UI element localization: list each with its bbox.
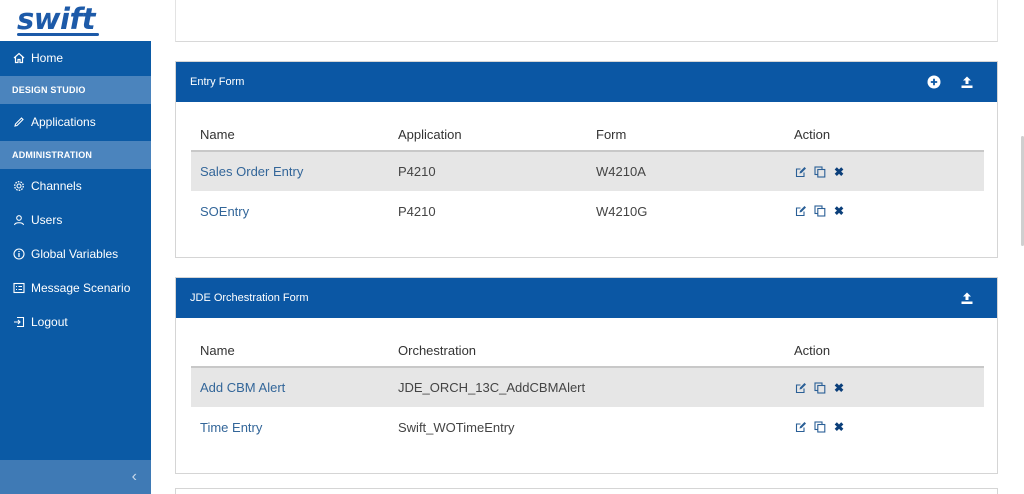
column-header-orchestration: Orchestration bbox=[389, 334, 785, 368]
orchestration-form-table: Name Orchestration Action Add CBM Alert … bbox=[191, 334, 984, 447]
column-header-name: Name bbox=[191, 118, 389, 152]
table-row: Time Entry Swift_WOTimeEntry ✖ bbox=[191, 407, 984, 447]
row-name-link[interactable]: Time Entry bbox=[191, 407, 389, 447]
row-actions: ✖ bbox=[785, 151, 984, 191]
sidebar-item-label: Applications bbox=[31, 115, 96, 129]
upload-icon[interactable] bbox=[958, 289, 976, 307]
scrollbar[interactable] bbox=[1020, 0, 1024, 494]
sidebar-item-label: Home bbox=[31, 51, 64, 65]
column-header-form: Form bbox=[587, 118, 785, 152]
add-icon[interactable] bbox=[925, 73, 943, 91]
home-icon bbox=[12, 51, 26, 65]
panel-title: JDE Orchestration Form bbox=[190, 292, 309, 304]
chevron-left-icon[interactable]: ‹ bbox=[132, 468, 137, 486]
delete-icon[interactable]: ✖ bbox=[832, 381, 846, 395]
sidebar-item-label: Global Variables bbox=[31, 247, 119, 261]
row-actions: ✖ bbox=[785, 367, 984, 407]
info-icon bbox=[12, 247, 26, 261]
column-header-action: Action bbox=[785, 334, 984, 368]
row-form: W4210G bbox=[596, 203, 648, 219]
row-orchestration: Swift_WOTimeEntry bbox=[398, 419, 515, 435]
edit-icon[interactable] bbox=[794, 420, 808, 434]
sidebar-item-message-scenario[interactable]: Message Scenario bbox=[0, 271, 151, 305]
row-orchestration: JDE_ORCH_13C_AddCBMAlert bbox=[389, 367, 785, 407]
sidebar-item-global-variables[interactable]: Global Variables bbox=[0, 237, 151, 271]
sidebar-item-label: Channels bbox=[31, 179, 82, 193]
logo-underline bbox=[17, 33, 99, 36]
sidebar-item-channels[interactable]: Channels bbox=[0, 169, 151, 203]
delete-icon[interactable]: ✖ bbox=[832, 204, 846, 218]
row-actions: ✖ bbox=[785, 191, 984, 231]
logout-icon bbox=[12, 315, 26, 329]
main-content: Entry Form Name Application Form Action … bbox=[151, 0, 1024, 494]
table-row: Sales Order Entry P4210 W4210A ✖ bbox=[191, 151, 984, 191]
copy-icon[interactable] bbox=[813, 381, 827, 395]
column-header-action: Action bbox=[785, 118, 984, 152]
gear-icon bbox=[12, 179, 26, 193]
upload-icon[interactable] bbox=[958, 73, 976, 91]
row-actions: ✖ bbox=[785, 407, 984, 447]
swift-logo[interactable]: swift bbox=[17, 2, 95, 36]
previous-panel-edge bbox=[175, 0, 998, 42]
row-form: W4210A bbox=[587, 151, 785, 191]
edit-icon[interactable] bbox=[794, 204, 808, 218]
row-application: P4210 bbox=[389, 151, 587, 191]
orchestration-form-panel: JDE Orchestration Form Name Orchestratio… bbox=[175, 277, 998, 474]
sidebar-item-home[interactable]: Home bbox=[0, 41, 151, 75]
sidebar: Home DESIGN STUDIO Applications ADMINIST… bbox=[0, 41, 151, 494]
sidebar-collapse-bar[interactable]: ‹ bbox=[0, 460, 151, 494]
delete-icon[interactable]: ✖ bbox=[832, 420, 846, 434]
edit-icon[interactable] bbox=[794, 381, 808, 395]
table-row: SOEntry P4210 W4210G ✖ bbox=[191, 191, 984, 231]
pencil-icon bbox=[12, 115, 26, 129]
logo-bar: swift bbox=[0, 0, 151, 41]
entry-form-header: Entry Form bbox=[176, 62, 997, 102]
column-header-application: Application bbox=[389, 118, 587, 152]
row-name-link[interactable]: SOEntry bbox=[191, 191, 389, 231]
column-header-name: Name bbox=[191, 334, 389, 368]
copy-icon[interactable] bbox=[813, 420, 827, 434]
next-panel-edge bbox=[175, 488, 998, 494]
table-row: Add CBM Alert JDE_ORCH_13C_AddCBMAlert ✖ bbox=[191, 367, 984, 407]
sidebar-item-label: Message Scenario bbox=[31, 281, 131, 295]
entry-form-table: Name Application Form Action Sales Order… bbox=[191, 118, 984, 231]
row-name-link[interactable]: Add CBM Alert bbox=[191, 367, 389, 407]
sidebar-item-applications[interactable]: Applications bbox=[0, 105, 151, 139]
delete-icon[interactable]: ✖ bbox=[832, 165, 846, 179]
copy-icon[interactable] bbox=[813, 165, 827, 179]
copy-icon[interactable] bbox=[813, 204, 827, 218]
table-header-row: Name Orchestration Action bbox=[191, 334, 984, 368]
entry-form-panel: Entry Form Name Application Form Action … bbox=[175, 61, 998, 258]
sidebar-item-label: Logout bbox=[31, 315, 68, 329]
sidebar-item-logout[interactable]: Logout bbox=[0, 305, 151, 339]
edit-icon[interactable] bbox=[794, 165, 808, 179]
list-icon bbox=[12, 281, 26, 295]
section-design-studio: DESIGN STUDIO bbox=[0, 76, 151, 104]
sidebar-item-label: Users bbox=[31, 213, 63, 227]
orchestration-form-header: JDE Orchestration Form bbox=[176, 278, 997, 318]
row-application: P4210 bbox=[398, 203, 436, 219]
panel-title: Entry Form bbox=[190, 76, 245, 88]
table-header-row: Name Application Form Action bbox=[191, 118, 984, 152]
sidebar-item-users[interactable]: Users bbox=[0, 203, 151, 237]
section-administration: ADMINISTRATION bbox=[0, 141, 151, 169]
user-icon bbox=[12, 213, 26, 227]
row-name-link[interactable]: Sales Order Entry bbox=[191, 151, 389, 191]
